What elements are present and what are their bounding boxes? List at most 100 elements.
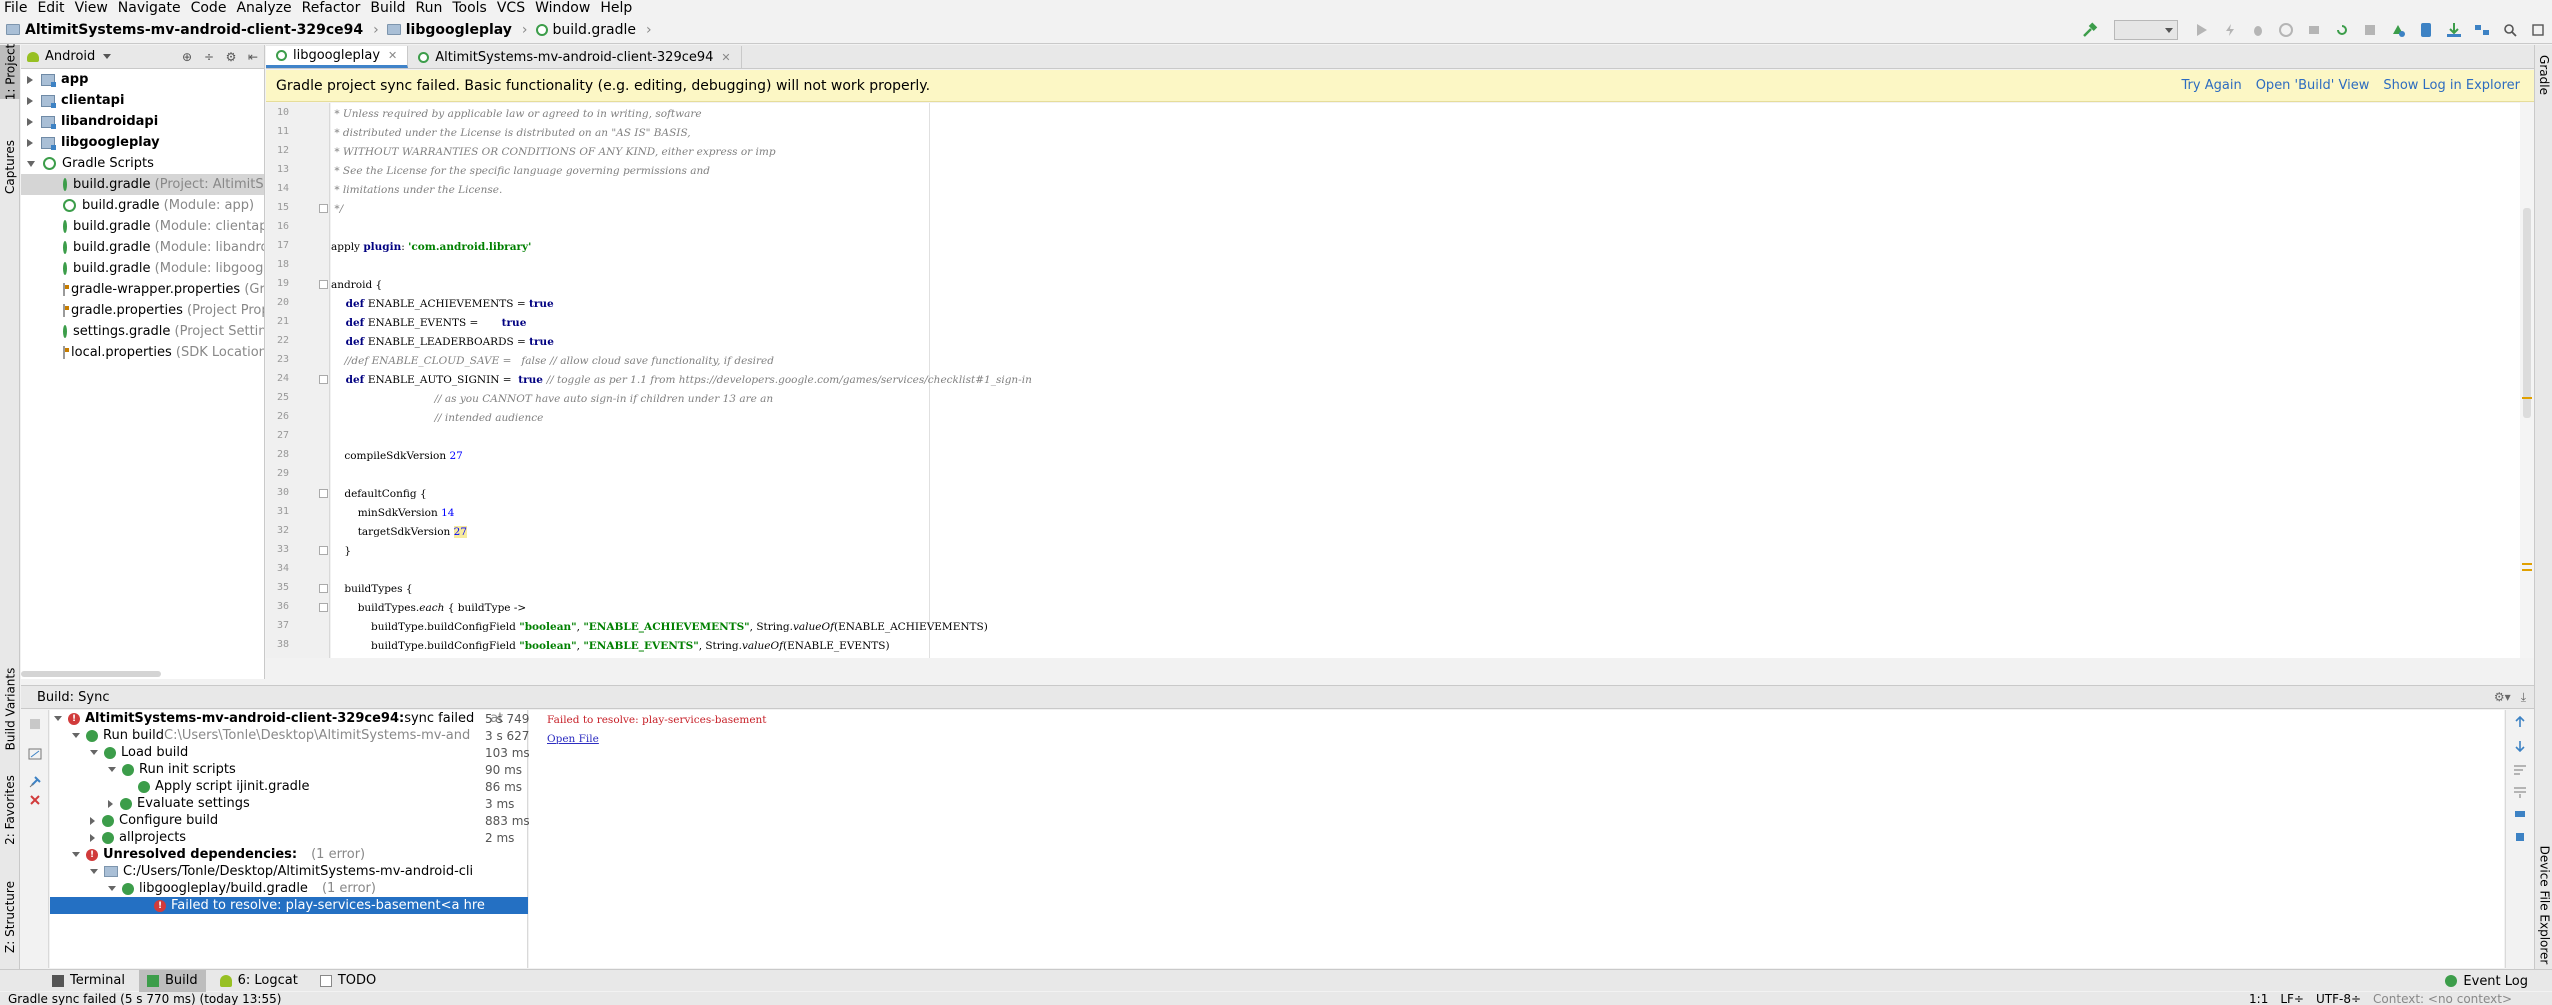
help-icon[interactable] <box>2529 21 2547 39</box>
close-icon[interactable]: ✕ <box>388 49 397 62</box>
build-row-load-build[interactable]: Load build 103 ms <box>50 744 530 761</box>
context-indicator[interactable]: Context: <no context> <box>2373 992 2512 1005</box>
menu-navigate[interactable]: Navigate <box>118 0 181 16</box>
make-project-hammer-icon[interactable] <box>2081 21 2099 39</box>
editor-vertical-scrollbar[interactable] <box>2520 103 2534 658</box>
close-icon[interactable] <box>27 792 43 808</box>
menu-analyze[interactable]: Analyze <box>236 0 291 16</box>
code-editor[interactable]: * Unless required by applicable law or a… <box>331 103 2534 658</box>
print-icon[interactable] <box>2512 806 2528 822</box>
run-icon[interactable] <box>2193 21 2211 39</box>
trash-icon[interactable] <box>2512 828 2528 844</box>
tool-tab-captures[interactable]: Captures <box>0 135 20 199</box>
line-separator[interactable]: LF÷ <box>2280 992 2304 1005</box>
build-row-apply-script[interactable]: Apply script ijinit.gradle 86 ms <box>50 778 528 795</box>
status-message[interactable]: Gradle sync failed (5 s 770 ms) (today 1… <box>8 992 281 1005</box>
build-row-project-path[interactable]: C:/Users/Tonle/Desktop/AltimitSystems-mv… <box>50 863 528 880</box>
open-file-link[interactable]: Open File <box>547 733 599 745</box>
breadcrumb-file[interactable]: build.gradle <box>535 22 636 38</box>
tool-tab-project[interactable]: 1: Project <box>0 44 20 100</box>
tool-tab-terminal[interactable]: Terminal <box>44 970 133 992</box>
warning-stripe[interactable] <box>2522 563 2532 565</box>
menu-tools[interactable]: Tools <box>452 0 487 16</box>
tool-tab-logcat[interactable]: 6: Logcat <box>212 970 306 992</box>
menu-file[interactable]: File <box>4 0 27 16</box>
try-again-link[interactable]: Try Again <box>2182 78 2242 93</box>
tree-item-local-properties[interactable]: local.properties (SDK Location) <box>21 342 264 363</box>
stop-icon[interactable] <box>2361 21 2379 39</box>
project-horizontal-scrollbar[interactable] <box>21 671 161 677</box>
build-row-failed-to-resolve[interactable]: ! Failed to resolve: play-services-basem… <box>50 897 528 914</box>
menu-view[interactable]: View <box>75 0 108 16</box>
build-output-console[interactable]: Failed to resolve: play-services-basemen… <box>529 710 2504 968</box>
tree-item-app[interactable]: app <box>21 69 264 90</box>
search-icon[interactable] <box>2501 21 2519 39</box>
breadcrumb-project[interactable]: AltimitSystems-mv-android-client-329ce94 <box>6 22 363 38</box>
fold-marker[interactable] <box>319 546 328 555</box>
file-encoding[interactable]: UTF-8÷ <box>2316 992 2361 1005</box>
project-structure-icon[interactable] <box>2473 21 2491 39</box>
menu-help[interactable]: Help <box>600 0 632 16</box>
avd-manager-icon[interactable] <box>2417 21 2435 39</box>
tab-libgoogleplay[interactable]: libgoogleplay ✕ <box>266 46 409 68</box>
fold-marker[interactable] <box>319 603 328 612</box>
gear-icon[interactable]: ⚙▾ <box>2494 690 2511 705</box>
menu-vcs[interactable]: VCS <box>497 0 525 16</box>
tree-item-libgoogleplay[interactable]: libgoogleplay <box>21 132 264 153</box>
fold-marker[interactable] <box>319 375 328 384</box>
attach-debugger-icon[interactable] <box>2305 21 2323 39</box>
menu-code[interactable]: Code <box>191 0 227 16</box>
menu-window[interactable]: Window <box>535 0 590 16</box>
fold-marker[interactable] <box>319 489 328 498</box>
tree-item-build-gradle-app[interactable]: build.gradle (Module: app) <box>21 195 264 216</box>
warning-stripe[interactable] <box>2522 397 2532 399</box>
tree-item-build-gradle-libgoogleplay[interactable]: build.gradle (Module: libgoogle <box>21 258 264 279</box>
scrollbar-thumb[interactable] <box>2523 208 2531 418</box>
build-row-run-init-scripts[interactable]: Run init scripts 90 ms <box>50 761 528 778</box>
hide-panel-icon[interactable]: ⇤ <box>246 50 260 64</box>
build-row-libgoogleplay-build-gradle[interactable]: libgoogleplay/build.gradle (1 error) <box>50 880 528 897</box>
editor-gutter[interactable]: 10 11 12 13 14 15 16 17 18 19 20 21 22 2… <box>266 103 330 658</box>
build-row-run-build[interactable]: Run build C:\Users\Tonle\Desktop\Altimit… <box>50 727 551 744</box>
breadcrumb-module[interactable]: libgoogleplay <box>386 22 512 38</box>
tool-tab-device-file-explorer[interactable]: Device File Explorer <box>2535 835 2552 975</box>
tree-item-build-gradle-project[interactable]: build.gradle (Project: AltimitSyst <box>21 174 264 195</box>
build-row-unresolved-dependencies[interactable]: ! Unresolved dependencies: (1 error) <box>50 846 528 863</box>
tree-item-gradle-scripts[interactable]: Gradle Scripts <box>21 153 264 174</box>
close-icon[interactable]: ✕ <box>721 51 730 64</box>
collapse-all-icon[interactable]: ÷ <box>202 50 216 64</box>
tree-item-clientapi[interactable]: clientapi <box>21 90 264 111</box>
warning-stripe[interactable] <box>2522 569 2532 571</box>
menu-refactor[interactable]: Refactor <box>302 0 361 16</box>
apply-changes-icon[interactable] <box>2221 21 2239 39</box>
tree-item-gradle-properties[interactable]: gradle.properties (Project Prope <box>21 300 264 321</box>
arrow-up-icon[interactable] <box>2512 714 2528 730</box>
menu-run[interactable]: Run <box>416 0 443 16</box>
soft-wrap-icon[interactable] <box>2512 762 2528 778</box>
fold-marker[interactable] <box>319 280 328 289</box>
tool-tab-build[interactable]: Build <box>138 969 206 992</box>
project-view-select[interactable]: Android <box>27 49 112 64</box>
profile-icon[interactable] <box>2277 21 2295 39</box>
tree-item-gradle-wrapper-properties[interactable]: gradle-wrapper.properties (Gra <box>21 279 264 300</box>
tree-item-settings-gradle[interactable]: settings.gradle (Project Settings <box>21 321 264 342</box>
menu-edit[interactable]: Edit <box>37 0 64 16</box>
build-row-evaluate-settings[interactable]: Evaluate settings 3 ms <box>50 795 528 812</box>
pin-icon[interactable] <box>27 774 43 790</box>
gear-icon[interactable]: ⚙ <box>224 50 238 64</box>
sync-gradle-icon[interactable] <box>2389 21 2407 39</box>
tool-tab-favorites[interactable]: 2: Favorites <box>0 771 20 849</box>
stop-icon[interactable] <box>27 716 43 732</box>
caret-position[interactable]: 1:1 <box>2249 992 2268 1005</box>
scroll-to-end-icon[interactable] <box>2512 784 2528 800</box>
hide-panel-icon[interactable]: ⤓ <box>2521 690 2526 705</box>
tool-tab-build-variants[interactable]: Build Variants <box>0 661 20 757</box>
sdk-manager-icon[interactable] <box>2445 21 2463 39</box>
tool-tab-gradle[interactable]: Gradle <box>2535 45 2552 105</box>
fold-marker[interactable] <box>319 204 328 213</box>
arrow-down-icon[interactable] <box>2512 738 2528 754</box>
menu-build[interactable]: Build <box>370 0 405 16</box>
show-log-in-explorer-link[interactable]: Show Log in Explorer <box>2383 78 2520 93</box>
tree-item-build-gradle-clientapi[interactable]: build.gradle (Module: clientapi) <box>21 216 264 237</box>
tool-tab-structure[interactable]: Z: Structure <box>0 875 20 959</box>
